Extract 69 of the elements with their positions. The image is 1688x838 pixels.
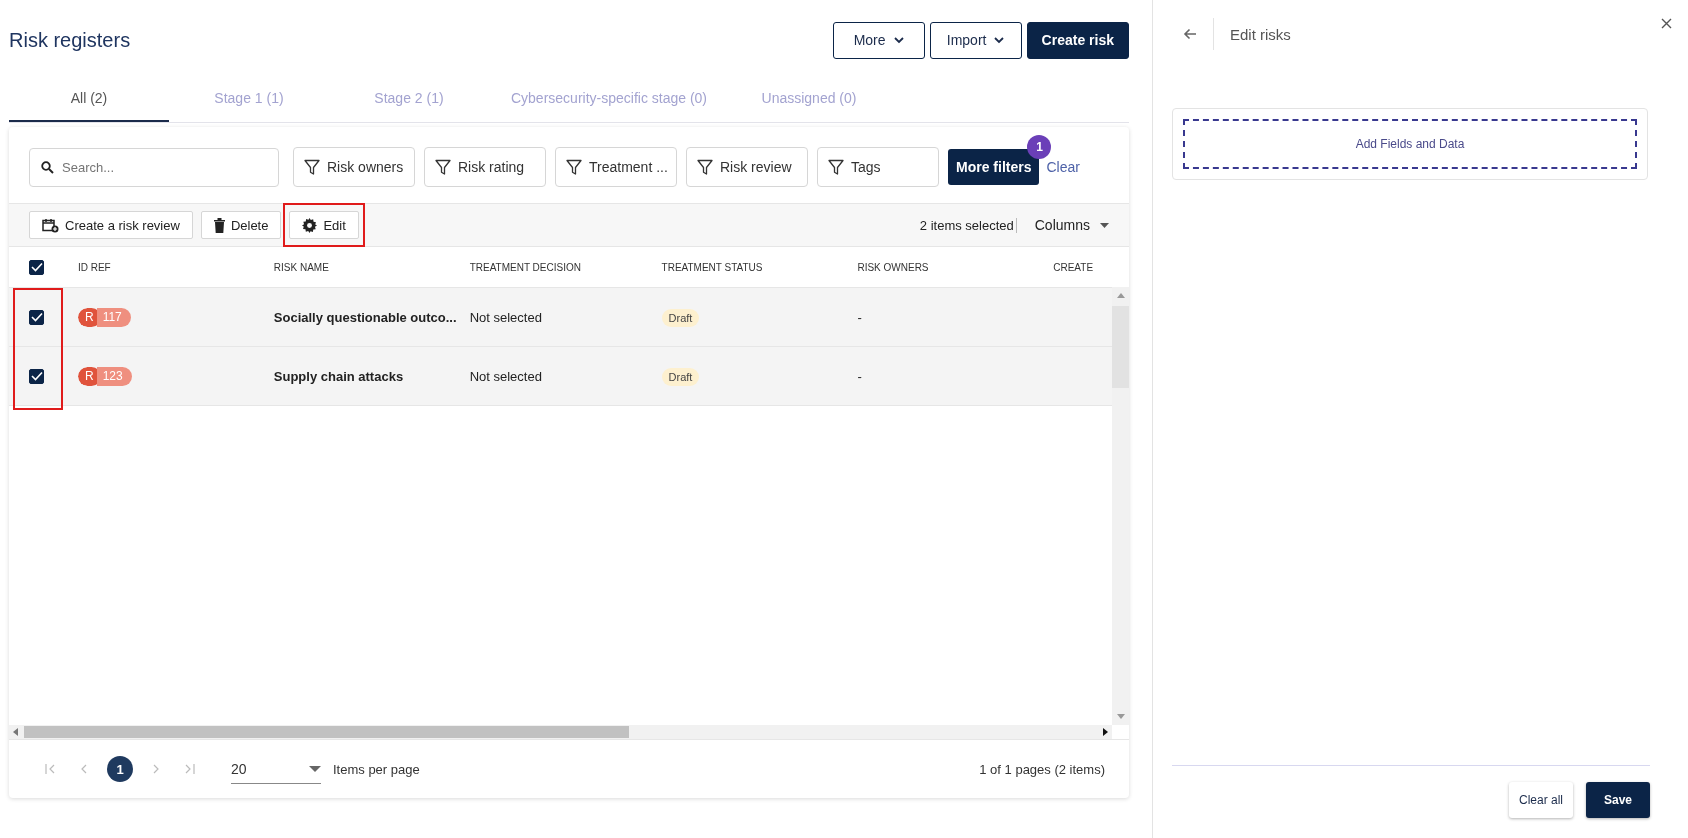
filter-button[interactable]: Risk rating xyxy=(424,147,546,187)
table-cell-text: - xyxy=(857,368,863,384)
search-field[interactable]: Search... xyxy=(29,147,279,187)
search-icon xyxy=(41,160,54,174)
column-header: TREATMENT STATUS xyxy=(661,261,764,273)
close-icon[interactable] xyxy=(1661,18,1672,29)
column-header: RISK OWNERS xyxy=(857,261,930,273)
dropdown-button[interactable]: Import xyxy=(929,21,1022,59)
row-checkbox[interactable] xyxy=(29,309,44,325)
scrollbar-thumb[interactable] xyxy=(24,726,629,738)
column-header: TREATMENT DECISION xyxy=(469,261,582,273)
filter-button[interactable]: Tags xyxy=(817,147,939,187)
select-all-checkbox[interactable] xyxy=(29,259,44,275)
scroll-up-icon[interactable] xyxy=(1116,293,1125,298)
filter-icon xyxy=(435,158,451,176)
selection-count: 2 items selected xyxy=(919,217,1017,233)
pagination-summary: 1 of 1 pages (2 items) xyxy=(979,761,1105,777)
page-title: Risk registers xyxy=(9,28,131,52)
calendar-icon xyxy=(42,217,59,233)
tab[interactable]: All (2) xyxy=(9,76,169,122)
filter-button[interactable]: Risk owners xyxy=(293,147,415,187)
filter-icon xyxy=(566,158,582,176)
filter-icon xyxy=(697,158,713,176)
table-cell-text: Not selected xyxy=(469,309,543,325)
filter-count-badge: 1 xyxy=(1027,135,1052,159)
clear-link[interactable]: Clear xyxy=(1046,159,1080,175)
vertical-scrollbar[interactable] xyxy=(1112,287,1129,725)
horizontal-scrollbar[interactable] xyxy=(9,725,1112,739)
scroll-left-icon[interactable] xyxy=(13,728,18,736)
scroll-down-icon[interactable] xyxy=(1116,714,1125,719)
gear-icon xyxy=(302,217,318,233)
scroll-right-icon[interactable] xyxy=(1103,728,1108,736)
page-size-label: Items per page xyxy=(333,761,420,777)
status-tag: Draft xyxy=(661,308,700,327)
chevron-down-icon xyxy=(893,36,904,44)
table-cell-text: - xyxy=(857,309,863,325)
column-header: RISK NAME xyxy=(273,261,330,273)
first-page-icon[interactable] xyxy=(45,764,56,774)
filter-button[interactable]: Risk review xyxy=(686,147,808,187)
table-cell-text: Not selected xyxy=(469,368,543,384)
chevron-down-icon xyxy=(994,36,1005,44)
column-header: CREATE xyxy=(1053,261,1095,273)
risk-name[interactable]: Supply chain attacks xyxy=(273,368,470,384)
toolbar-button[interactable]: Delete xyxy=(200,211,282,239)
page-size-select[interactable]: 20 xyxy=(231,754,321,784)
toolbar-button[interactable]: Edit xyxy=(289,211,359,239)
create-button[interactable]: Create risk xyxy=(1026,21,1129,59)
trash-icon xyxy=(213,217,225,233)
add-fields-button[interactable]: Add Fields and Data xyxy=(1183,119,1637,169)
filter-button[interactable]: Treatment ... xyxy=(555,147,677,187)
previous-page-icon[interactable] xyxy=(80,764,87,774)
toolbar-button[interactable]: Create a risk review xyxy=(29,211,193,239)
save-button[interactable]: Save xyxy=(1586,782,1650,818)
clear-all-button[interactable]: Clear all xyxy=(1509,782,1573,818)
status-tag: Draft xyxy=(661,367,700,386)
risk-name[interactable]: Socially questionable outco... xyxy=(273,309,470,325)
dropdown-button[interactable]: More xyxy=(832,21,925,59)
columns-dropdown[interactable]: Columns xyxy=(1034,217,1109,233)
back-arrow-icon[interactable] xyxy=(1183,28,1197,40)
last-page-icon[interactable] xyxy=(184,764,195,774)
filter-icon xyxy=(828,158,844,176)
filter-icon xyxy=(304,158,320,176)
caret-icon xyxy=(1100,222,1109,228)
panel-title: Edit risks xyxy=(1230,25,1291,43)
row-checkbox[interactable] xyxy=(29,368,44,384)
page-button[interactable]: 1 xyxy=(107,756,133,782)
column-header: ID REF xyxy=(77,261,112,273)
caret-icon xyxy=(309,765,321,772)
next-page-icon[interactable] xyxy=(153,764,160,774)
